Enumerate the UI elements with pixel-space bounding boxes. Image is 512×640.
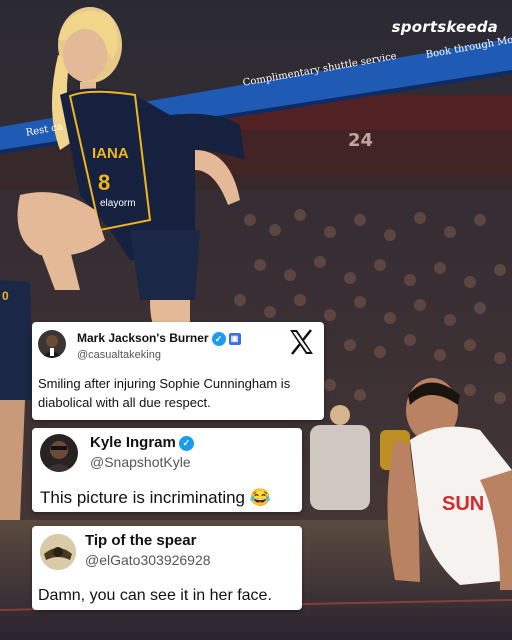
tweet-handle: @SnapshotKyle (90, 454, 191, 470)
tweet-card-1[interactable]: Mark Jackson's Burner ✓ ▣ @casualtakeking … (32, 322, 324, 420)
tweet-author-name: Mark Jackson's Burner ✓ ▣ (77, 331, 241, 346)
affiliation-badge-icon: ▣ (228, 332, 241, 345)
x-logo-icon (286, 327, 316, 357)
jersey-team-text: IANA (92, 145, 129, 162)
tweet-text-line-2: diabolical with all due respect. (38, 395, 211, 410)
tweet-text: This picture is incriminating 😂 (40, 488, 271, 507)
tweet-text: Damn, you can see it in her face. (38, 587, 272, 604)
tweet-author-name: Tip of the spear (85, 532, 197, 549)
avatar (40, 434, 78, 472)
tweet-card-3[interactable]: Tip of the spear @elGato303926928 Damn, … (32, 526, 302, 610)
left-jersey-number: 0 (2, 289, 9, 303)
tweet-author-name: Kyle Ingram ✓ (90, 434, 194, 451)
right-jersey-team: SUN (442, 493, 484, 515)
avatar (40, 534, 76, 570)
tweet-card-2[interactable]: Kyle Ingram ✓ @SnapshotKyle This picture … (32, 428, 302, 512)
sportskeeda-logo: sportskeeda (391, 18, 498, 36)
jersey-number: 8 (98, 170, 110, 195)
tweet-handle: @casualtakeking (77, 349, 161, 361)
avatar (38, 330, 66, 358)
tweet-handle: @elGato303926928 (85, 552, 211, 568)
verified-badge-icon: ✓ (178, 435, 194, 451)
laughing-emoji-icon: 😂 (249, 488, 271, 507)
tweet-text-line-1: Smiling after injuring Sophie Cunningham… (38, 376, 291, 391)
jersey-sponsor: elayorm (100, 198, 136, 209)
verified-badge-icon: ✓ (211, 331, 226, 346)
section-number: 24 (348, 130, 374, 151)
